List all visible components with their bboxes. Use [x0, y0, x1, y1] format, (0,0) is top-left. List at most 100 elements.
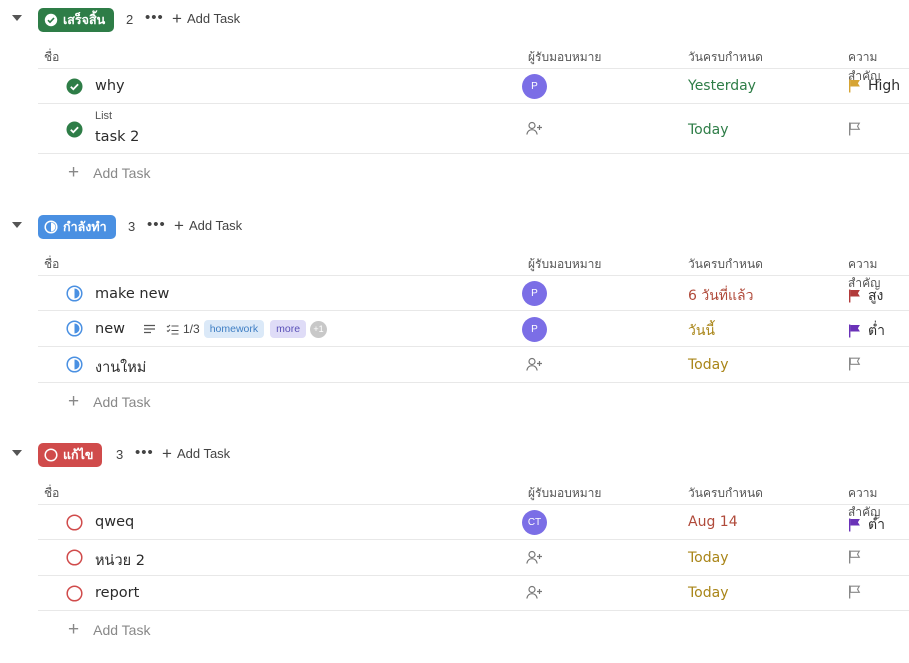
- group-header: กำลังทำ 3 ••• + Add Task: [0, 215, 909, 239]
- extra-tags-badge[interactable]: +1: [310, 320, 328, 338]
- add-assignee-icon[interactable]: [526, 585, 543, 600]
- flag-icon: [848, 79, 861, 93]
- tag-more[interactable]: more: [270, 320, 307, 338]
- column-assignee[interactable]: ผู้รับมอบหมาย: [528, 255, 601, 274]
- subtasks-count[interactable]: 1/3: [183, 322, 200, 336]
- priority-cell[interactable]: [848, 357, 861, 371]
- collapse-caret-icon[interactable]: [12, 222, 22, 228]
- priority-cell[interactable]: สูง: [848, 285, 883, 307]
- column-name[interactable]: ชื่อ: [44, 48, 59, 67]
- task-row[interactable]: List task 2 Today: [38, 104, 909, 154]
- column-due[interactable]: วันครบกำหนด: [688, 255, 763, 274]
- column-due[interactable]: วันครบกำหนด: [688, 48, 763, 67]
- task-name[interactable]: task 2: [95, 129, 139, 145]
- circle-icon: [44, 448, 58, 462]
- due-date[interactable]: Today: [688, 585, 729, 601]
- plus-icon: +: [174, 216, 184, 235]
- add-task-label: Add Task: [93, 622, 151, 638]
- task-name[interactable]: new: [95, 321, 125, 337]
- task-name[interactable]: หน่วย 2: [95, 549, 145, 572]
- add-assignee-icon[interactable]: [526, 121, 543, 136]
- task-name[interactable]: งานใหม่: [95, 356, 146, 379]
- task-row[interactable]: งานใหม่ Today: [38, 347, 909, 383]
- task-row[interactable]: why P Yesterday High: [38, 69, 909, 104]
- task-name[interactable]: why: [95, 78, 125, 94]
- task-row[interactable]: make new P 6 วันที่แล้ว สูง: [38, 276, 909, 311]
- column-due[interactable]: วันครบกำหนด: [688, 484, 763, 503]
- half-circle-icon: [44, 220, 58, 234]
- priority-label: High: [868, 78, 901, 94]
- in-progress-status-icon[interactable]: [66, 285, 83, 302]
- due-date[interactable]: Yesterday: [688, 78, 756, 94]
- priority-cell[interactable]: High: [848, 78, 900, 94]
- column-header-row: ชื่อ ผู้รับมอบหมาย วันครบกำหนด ความสำคัญ: [38, 471, 909, 519]
- collapse-caret-icon[interactable]: [12, 15, 22, 21]
- more-options-icon[interactable]: •••: [135, 444, 154, 461]
- column-assignee[interactable]: ผู้รับมอบหมาย: [528, 48, 601, 67]
- add-task-row[interactable]: + Add Task: [68, 162, 150, 184]
- priority-label: ต่ำ: [868, 323, 885, 339]
- collapse-caret-icon[interactable]: [12, 450, 22, 456]
- avatar[interactable]: P: [522, 74, 547, 99]
- due-date[interactable]: Today: [688, 357, 729, 373]
- task-row[interactable]: qweq CT Aug 14 ต่ำ: [38, 505, 909, 540]
- plus-icon: +: [162, 444, 172, 463]
- more-options-icon[interactable]: •••: [145, 9, 164, 26]
- description-icon: [143, 324, 156, 334]
- in-progress-status-icon[interactable]: [66, 356, 83, 373]
- flag-outline-icon: [848, 122, 861, 136]
- column-header-row: ชื่อ ผู้รับมอบหมาย วันครบกำหนด ความสำคัญ: [38, 35, 909, 83]
- avatar[interactable]: CT: [522, 510, 547, 535]
- due-date[interactable]: Today: [688, 550, 729, 566]
- task-row[interactable]: report Today: [38, 576, 909, 611]
- open-status-icon[interactable]: [66, 514, 83, 531]
- done-status-icon[interactable]: [66, 121, 83, 138]
- priority-cell[interactable]: ต่ำ: [848, 514, 885, 536]
- priority-label: ต่ำ: [868, 517, 885, 533]
- group-label: แก้ไข: [63, 447, 94, 462]
- add-assignee-icon[interactable]: [526, 357, 543, 372]
- group-label: กำลังทำ: [63, 219, 107, 234]
- add-task-row[interactable]: + Add Task: [68, 619, 150, 641]
- column-name[interactable]: ชื่อ: [44, 484, 59, 503]
- task-name[interactable]: report: [95, 585, 139, 601]
- avatar[interactable]: P: [522, 317, 547, 342]
- status-pill-done[interactable]: เสร็จสิ้น: [38, 8, 115, 32]
- add-assignee-icon[interactable]: [526, 550, 543, 565]
- due-date[interactable]: 6 วันที่แล้ว: [688, 285, 753, 307]
- priority-cell[interactable]: [848, 550, 861, 564]
- task-name[interactable]: make new: [95, 286, 169, 302]
- task-row[interactable]: หน่วย 2 Today: [38, 540, 909, 576]
- plus-icon: +: [68, 162, 80, 183]
- priority-cell[interactable]: ต่ำ: [848, 320, 885, 342]
- add-task-header-button[interactable]: + Add Task: [162, 444, 230, 463]
- task-name[interactable]: qweq: [95, 514, 134, 530]
- add-task-row[interactable]: + Add Task: [68, 391, 150, 413]
- column-assignee[interactable]: ผู้รับมอบหมาย: [528, 484, 601, 503]
- list-label: List: [95, 110, 113, 122]
- tag-homework[interactable]: homework: [203, 320, 265, 338]
- open-status-icon[interactable]: [66, 585, 83, 602]
- add-task-header-button[interactable]: + Add Task: [172, 10, 240, 27]
- priority-label: สูง: [868, 288, 884, 304]
- subtasks-icon[interactable]: [166, 324, 179, 335]
- column-name[interactable]: ชื่อ: [44, 255, 59, 274]
- task-row[interactable]: new 1/3 homework more +1 P วันนี้ ต่ำ: [38, 311, 909, 347]
- group-header: เสร็จสิ้น 2 ••• + Add Task: [0, 8, 909, 32]
- done-status-icon[interactable]: [66, 78, 83, 95]
- in-progress-status-icon[interactable]: [66, 320, 83, 337]
- open-status-icon[interactable]: [66, 549, 83, 566]
- add-task-header-button[interactable]: + Add Task: [174, 216, 242, 235]
- status-pill-in-progress[interactable]: กำลังทำ: [38, 215, 116, 239]
- priority-cell[interactable]: [848, 585, 861, 599]
- status-pill-fix[interactable]: แก้ไข: [38, 443, 103, 467]
- group-count: 3: [116, 447, 124, 462]
- avatar[interactable]: P: [522, 281, 547, 306]
- more-options-icon[interactable]: •••: [147, 216, 166, 233]
- due-date[interactable]: Today: [688, 122, 729, 138]
- flag-icon: [848, 518, 861, 532]
- due-date[interactable]: Aug 14: [688, 514, 738, 530]
- priority-cell[interactable]: [848, 122, 861, 136]
- due-date[interactable]: วันนี้: [688, 320, 715, 342]
- flag-outline-icon: [848, 550, 861, 564]
